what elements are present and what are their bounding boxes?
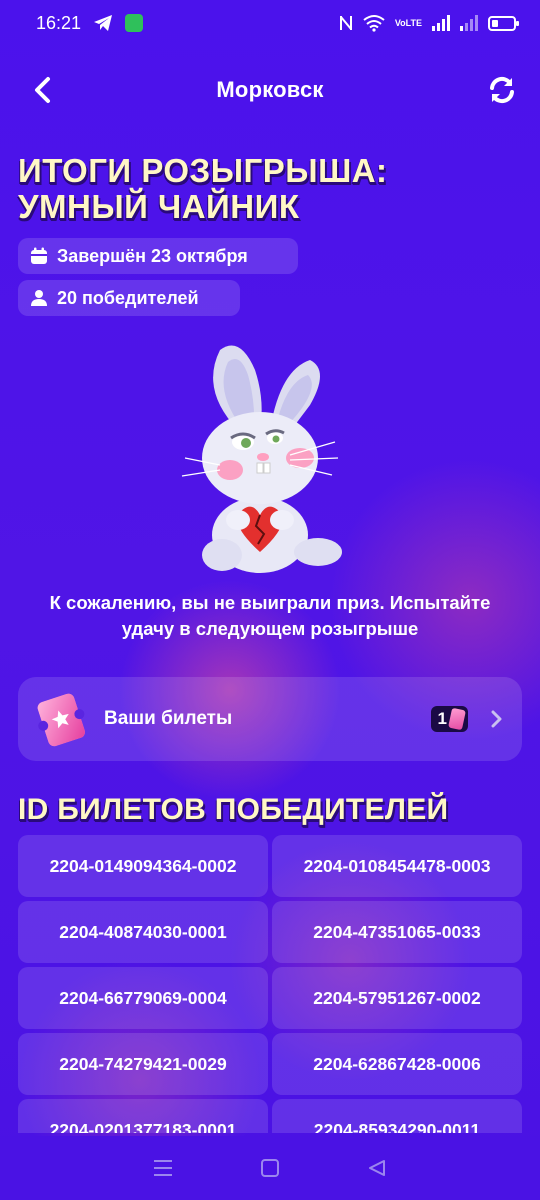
winner-ticket-id[interactable]: 2204-0201377183-0001 xyxy=(18,1099,268,1133)
wifi-icon xyxy=(363,14,385,32)
winner-ticket-id[interactable]: 2204-62867428-0006 xyxy=(272,1033,522,1095)
status-time: 16:21 xyxy=(36,12,82,33)
winner-ticket-id[interactable]: 2204-57951267-0002 xyxy=(272,967,522,1029)
winner-ids-title: ID БИЛЕТОВ ПОБЕДИТЕЛЕЙ xyxy=(18,793,449,826)
winner-ticket-id[interactable]: 2204-85934290-0011 xyxy=(272,1099,522,1133)
menu-icon xyxy=(154,1160,173,1176)
app-notification-icon xyxy=(125,14,144,32)
back-button[interactable] xyxy=(28,74,58,106)
signal-2-icon xyxy=(460,15,478,31)
home-button[interactable] xyxy=(250,1148,290,1188)
page-title: Морковск xyxy=(216,77,324,102)
chevron-right-icon xyxy=(491,710,502,728)
winner-ticket-id[interactable]: 2204-40874030-0001 xyxy=(18,901,268,963)
no-win-message: К сожалению, вы не выиграли приз. Испыта… xyxy=(10,590,530,642)
winner-ticket-id[interactable]: 2204-0149094364-0002 xyxy=(18,835,268,897)
tickets-label: Ваши билеты xyxy=(104,708,233,729)
winner-ticket-id[interactable]: 2204-47351065-0033 xyxy=(272,901,522,963)
volte-bottom-text: LTE xyxy=(405,17,422,28)
winner-ticket-id[interactable]: 2204-0108454478-0003 xyxy=(272,835,522,897)
message-line-2: удачу в следующем розыгрыше xyxy=(121,618,419,639)
battery-icon xyxy=(488,15,519,31)
sad-bunny-illustration xyxy=(181,345,342,573)
winners-count-chip: 20 победителей xyxy=(18,280,240,316)
title-line-2: УМНЫЙ ЧАЙНИК xyxy=(18,188,300,225)
chevron-left-icon xyxy=(35,77,50,103)
triangle-back-icon xyxy=(368,1160,385,1176)
your-tickets-card[interactable]: Ваши билеты 1 xyxy=(18,677,522,761)
telegram-icon xyxy=(93,14,113,32)
top-app-bar: Морковск xyxy=(0,60,540,120)
volte-icon: Vo LTE xyxy=(394,17,422,28)
status-bar: 16:21 Vo LTE xyxy=(0,0,540,46)
refresh-icon xyxy=(490,76,514,104)
back-nav-button[interactable] xyxy=(357,1148,397,1188)
date-label: Завершён 23 октября xyxy=(57,245,248,266)
refresh-button[interactable] xyxy=(486,74,518,106)
mini-ticket-icon xyxy=(448,707,466,731)
calendar-icon xyxy=(31,247,47,264)
message-line-1: К сожалению, вы не выиграли приз. Испыта… xyxy=(49,592,491,613)
volte-top-text: Vo xyxy=(394,17,406,28)
winner-ids-list[interactable]: 2204-0149094364-0002 2204-0108454478-0003… xyxy=(18,835,522,1133)
tickets-count: 1 xyxy=(437,709,447,728)
tickets-count-badge: 1 xyxy=(430,706,468,732)
square-icon xyxy=(260,1159,279,1177)
winners-label: 20 победителей xyxy=(57,287,199,308)
nfc-icon xyxy=(339,14,353,32)
signal-icon xyxy=(432,15,450,31)
system-navigation-bar xyxy=(0,1136,540,1200)
title-line-1: ИТОГИ РОЗЫГРЫША: xyxy=(18,152,388,189)
recent-apps-button[interactable] xyxy=(143,1148,183,1188)
winner-ticket-id[interactable]: 2204-74279421-0029 xyxy=(18,1033,268,1095)
user-icon xyxy=(31,290,47,306)
winner-ticket-id[interactable]: 2204-66779069-0004 xyxy=(18,967,268,1029)
draw-results-title: ИТОГИ РОЗЫГРЫША: УМНЫЙ ЧАЙНИК xyxy=(18,153,518,225)
date-chip: Завершён 23 октября xyxy=(18,238,298,274)
ticket-icon xyxy=(37,693,85,747)
